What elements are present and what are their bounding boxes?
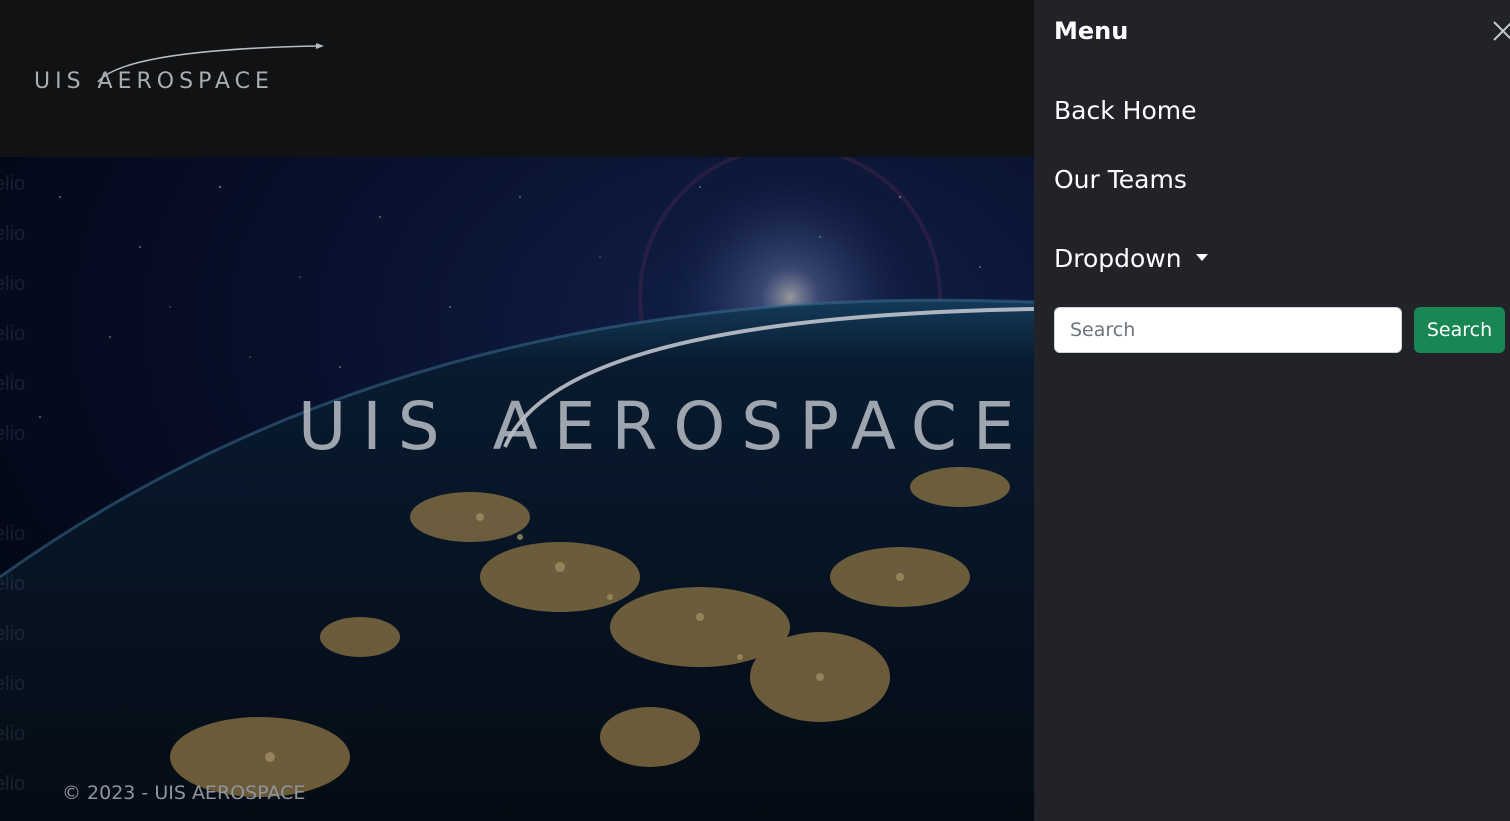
ghost-text: elio [0, 373, 26, 395]
ghost-text: elio [0, 223, 26, 245]
ghost-text: elio [0, 523, 26, 545]
logo-text: UIS AEROSPACE [34, 69, 274, 94]
caret-down-icon [1195, 253, 1208, 261]
hero-logo-text: UIS AEROSPACE [298, 388, 1031, 465]
nav-link-back-home[interactable]: Back Home [1054, 96, 1196, 125]
ghost-text: elio [0, 323, 26, 345]
nav-link-our-teams[interactable]: Our Teams [1054, 165, 1187, 194]
footer-copyright: © 2023 - UIS AEROSPACE [62, 782, 306, 804]
offcanvas-menu: Menu Back Home Our Teams Dropdown Search [1034, 0, 1510, 821]
ghost-text: elio [0, 673, 26, 695]
ghost-text: elio [0, 573, 26, 595]
hero-banner: UIS AEROSPACE elio elio elio elio elio e… [0, 157, 1034, 821]
site-header: UIS AEROSPACE [0, 0, 1034, 157]
brand-logo[interactable]: UIS AEROSPACE [34, 40, 324, 96]
ghost-text: elio [0, 173, 26, 195]
dropdown-toggle[interactable]: Dropdown [1054, 244, 1208, 273]
search-button[interactable]: Search [1414, 307, 1505, 353]
ghost-text: elio [0, 273, 26, 295]
menu-title: Menu [1054, 17, 1129, 45]
close-icon[interactable] [1490, 18, 1510, 44]
ghost-text: elio [0, 423, 26, 445]
page: UIS AEROSPACE UIS AEROSPACE lio lio lio … [0, 0, 1510, 821]
search-input[interactable] [1054, 307, 1402, 353]
earth-night-image: UIS AEROSPACE [0, 157, 1034, 821]
ghost-text: elio [0, 723, 26, 745]
ghost-text: elio [0, 623, 26, 645]
dropdown-label: Dropdown [1054, 244, 1182, 273]
ghost-text: elio [0, 773, 26, 795]
